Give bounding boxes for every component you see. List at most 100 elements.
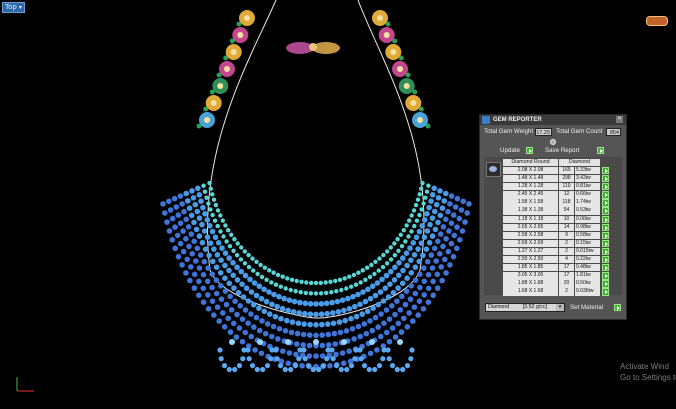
diamond-gem — [450, 253, 457, 260]
diamond-gem — [186, 205, 193, 211]
diamond-gem — [236, 325, 243, 331]
diamond-gem — [372, 292, 379, 299]
material-select-value: Diamond — [488, 304, 510, 310]
diamond-gem — [169, 215, 176, 222]
select-gems-button[interactable] — [602, 207, 609, 215]
diamond-gem — [401, 315, 407, 322]
diamond-gem — [355, 323, 362, 330]
diamond-gem — [250, 301, 257, 308]
diamond-gem — [276, 326, 283, 332]
close-icon[interactable]: ✕ — [616, 116, 623, 123]
select-gems-button[interactable] — [602, 183, 609, 191]
select-gems-button[interactable] — [602, 239, 609, 248]
select-gems-button[interactable] — [602, 167, 609, 175]
leaf-gem — [236, 21, 242, 27]
diamond-gem — [413, 234, 420, 241]
diamond-gem — [334, 289, 339, 294]
column-header-material[interactable]: Diamond — [559, 159, 600, 166]
select-gems-button[interactable] — [602, 272, 609, 280]
diamond-gem — [196, 292, 202, 299]
diamond-gem — [218, 213, 223, 218]
diamond-gem — [402, 301, 409, 308]
diamond-gem — [400, 255, 406, 261]
diamond-gem — [209, 298, 216, 305]
table-row[interactable]: 2.50 X 2.50 4 0.22tw — [503, 256, 622, 264]
select-gems-button[interactable] — [602, 256, 609, 264]
diamond-gem — [460, 198, 467, 205]
table-row[interactable]: 1.27 X 1.27 2 0.015tw — [503, 247, 622, 256]
leaf-gem — [412, 89, 418, 95]
select-gems-button[interactable] — [602, 191, 609, 199]
gem-reporter-panel[interactable]: GEM REPORTER ✕ Total Gem Weight 17.25 To… — [479, 114, 627, 320]
table-row[interactable]: 1.48 X 1.48 298 3.42tw — [503, 175, 622, 183]
select-gems-button[interactable] — [602, 280, 609, 288]
set-material-button[interactable] — [614, 304, 621, 311]
select-gems-button[interactable] — [602, 223, 609, 231]
table-row[interactable]: 3.05 X 3.05 17 1.81tw — [503, 272, 622, 280]
table-row[interactable]: 2.08 X 2.08 165 5.33tw — [503, 167, 622, 175]
fringe-gem — [400, 366, 406, 373]
diamond-gem — [209, 228, 216, 235]
diamond-gem — [416, 298, 423, 305]
table-row[interactable]: 1.28 X 1.28 110 0.81tw — [503, 183, 622, 191]
gem-size-cell: 1.58 X 1.58 — [503, 199, 558, 207]
update-button[interactable] — [526, 147, 533, 154]
diamond-gem — [231, 248, 236, 253]
column-header-shape[interactable]: Diamond Round — [503, 159, 558, 166]
select-gems-button[interactable] — [602, 247, 609, 256]
table-row[interactable]: 1.38 X 1.38 54 0.53tw — [503, 207, 622, 215]
panel-titlebar[interactable]: GEM REPORTER ✕ — [480, 115, 626, 125]
pin-icon[interactable] — [550, 139, 556, 145]
diamond-gem — [430, 278, 436, 285]
diamond-gem — [424, 211, 430, 217]
table-row[interactable]: 1.58 X 1.58 118 1.74tw — [503, 199, 622, 207]
diamond-gem — [235, 241, 240, 246]
diamond-gem — [395, 285, 401, 291]
table-row[interactable]: 2.45 X 2.45 12 0.66tw — [503, 191, 622, 199]
save-report-button[interactable] — [597, 147, 604, 154]
diamond-gem — [253, 314, 260, 321]
table-row[interactable]: 1.18 X 1.18 10 0.06tw — [503, 215, 622, 224]
fringe-gem — [310, 366, 316, 373]
total-count-field[interactable]: 854 — [606, 128, 621, 136]
select-gems-button[interactable] — [602, 175, 609, 183]
diamond-gem — [185, 224, 192, 230]
diamond-gem — [206, 252, 212, 259]
diamond-gem — [313, 322, 319, 328]
material-select[interactable]: Diamond [3.52 g/cc] ▾ — [485, 303, 565, 312]
select-gems-button[interactable] — [602, 199, 609, 207]
diamond-gem — [207, 240, 214, 246]
diamond-gem — [184, 256, 190, 263]
fringe-gem — [380, 356, 386, 362]
select-gems-button[interactable] — [602, 215, 609, 223]
chevron-down-icon[interactable]: ▾ — [556, 304, 564, 311]
diamond-gem — [391, 277, 398, 283]
flower-center-gem — [244, 15, 250, 21]
diamond-gem — [358, 280, 363, 285]
fringe-gem — [313, 339, 319, 345]
table-row[interactable]: 1.85 X 1.85 17 0.48tw — [503, 264, 622, 272]
gem-table[interactable]: Diamond Round Diamond 2.08 X 2.08 165 5.33… — [484, 157, 622, 296]
diamond-gem — [406, 234, 411, 239]
total-weight-field[interactable]: 17.25 — [535, 128, 552, 136]
table-row[interactable]: 1.68 X 1.68 2 0.036tw — [503, 288, 622, 296]
table-row[interactable]: 2.58 X 2.58 9 0.58tw — [503, 231, 622, 240]
diamond-gem — [337, 277, 343, 282]
diamond-gem — [385, 249, 390, 254]
diamond-gem — [197, 252, 204, 258]
flower-center-gem — [383, 32, 390, 38]
diamond-gem — [424, 189, 430, 194]
diamond-gem — [307, 332, 313, 338]
table-row[interactable]: 2.69 X 2.69 2 0.15tw — [503, 239, 622, 248]
diamond-gem — [464, 210, 471, 216]
leaf-gem — [385, 21, 391, 27]
select-gems-button[interactable] — [602, 288, 609, 296]
diamond-gem — [404, 275, 410, 282]
table-row[interactable]: 2.65 X 2.65 14 0.98tw — [503, 223, 622, 232]
table-row[interactable]: 1.88 X 1.88 20 0.50tw — [503, 280, 622, 288]
select-gems-button[interactable] — [602, 264, 609, 272]
fringe-gem — [361, 363, 368, 369]
gem-shape-thumbnail-icon[interactable] — [486, 162, 501, 177]
select-gems-button[interactable] — [602, 231, 609, 240]
diamond-gem — [434, 271, 441, 278]
